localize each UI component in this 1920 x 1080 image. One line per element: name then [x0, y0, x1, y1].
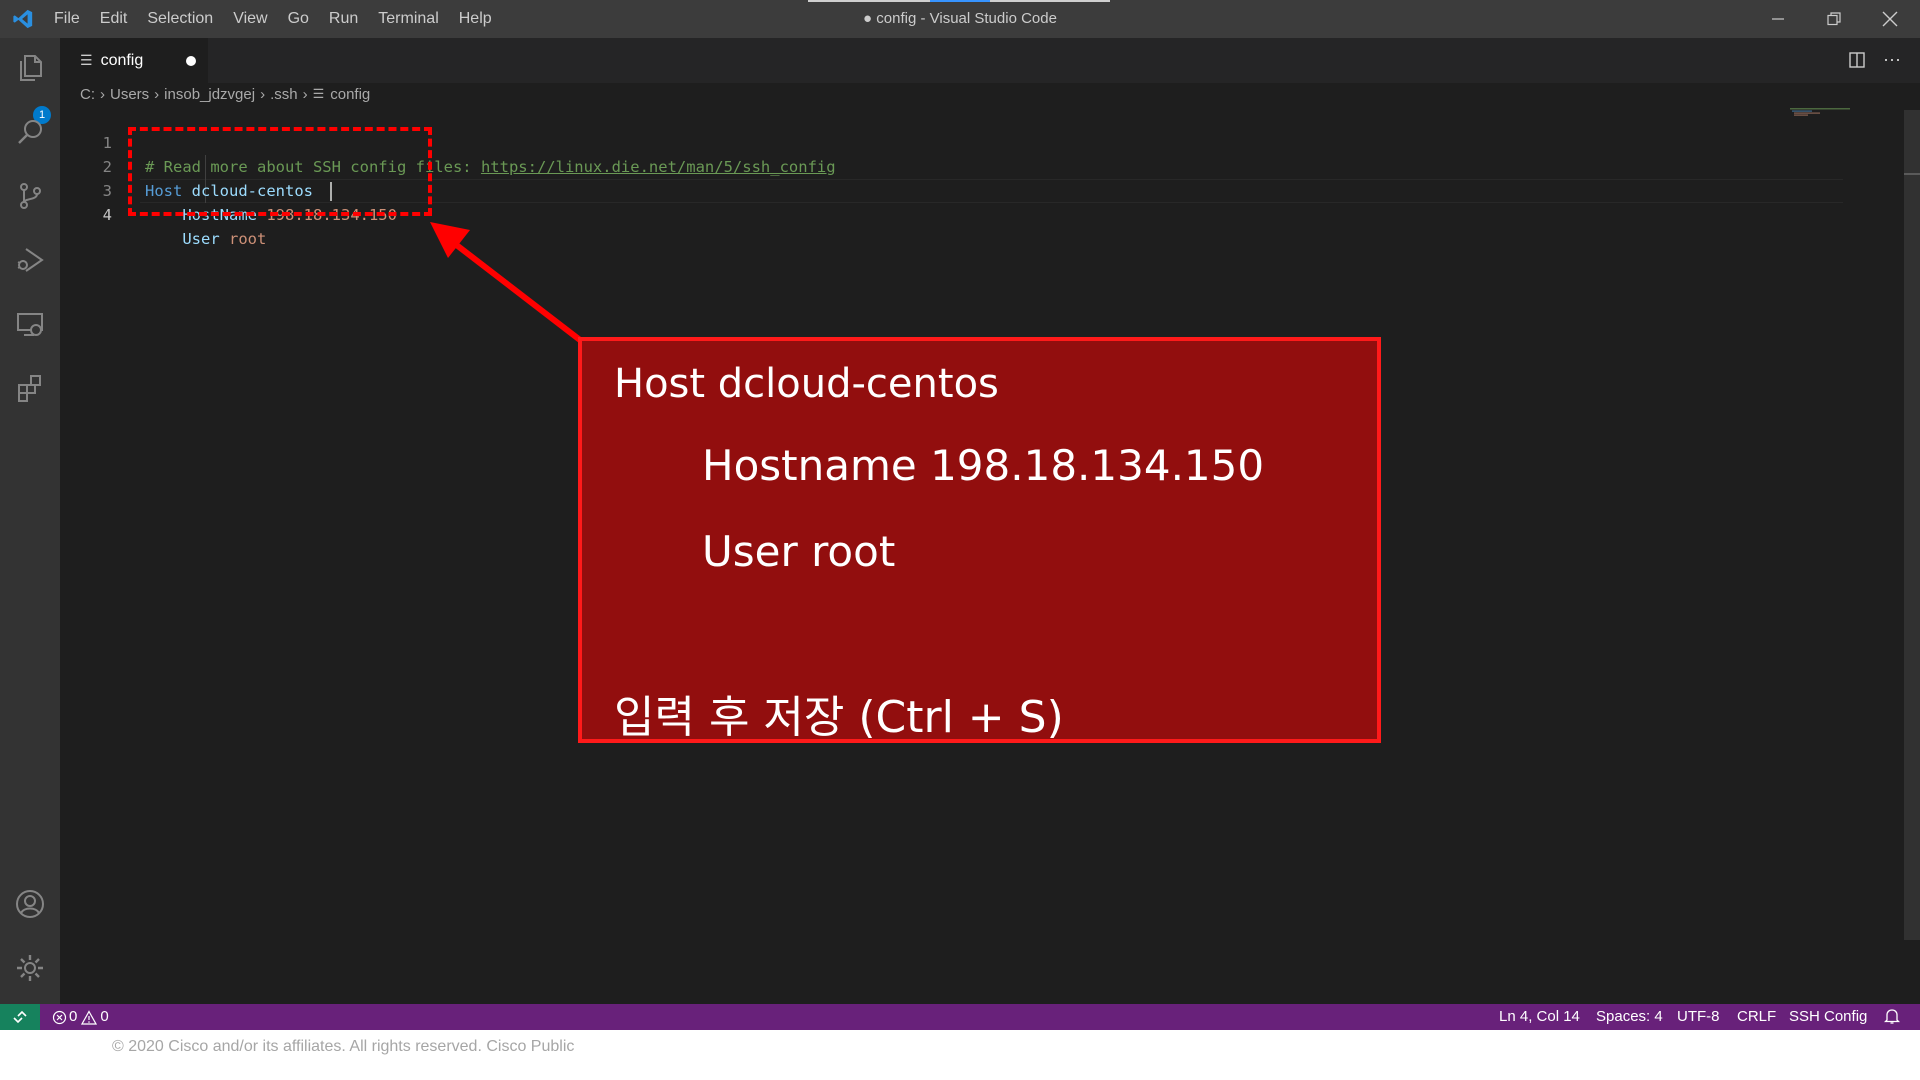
callout-host-line: Host dcloud-centos — [614, 361, 999, 407]
chevron-right-icon: › — [302, 85, 308, 103]
menu-selection[interactable]: Selection — [137, 0, 223, 38]
menu-terminal[interactable]: Terminal — [368, 0, 448, 38]
split-editor-icon — [1849, 52, 1865, 68]
title-bar: File Edit Selection View Go Run Terminal… — [0, 0, 1920, 38]
account-icon — [16, 890, 44, 918]
language-mode[interactable]: SSH Config — [1789, 1004, 1867, 1030]
gear-icon — [17, 955, 43, 981]
explorer-icon — [20, 55, 42, 81]
warning-count: 0 — [100, 1008, 109, 1025]
callout-shortcut-text: (Ctrl + S) — [844, 692, 1064, 743]
callout-korean-text: 입력 후 저장 — [614, 692, 845, 743]
ellipsis-icon: ⋯ — [1883, 50, 1901, 70]
indentation-setting[interactable]: Spaces: 4 — [1596, 1004, 1663, 1030]
close-icon — [1882, 11, 1898, 27]
breadcrumb-file[interactable]: config — [330, 86, 370, 103]
breadcrumb-ssh-folder[interactable]: .ssh — [270, 86, 298, 103]
cursor-position[interactable]: Ln 4, Col 14 — [1499, 1004, 1580, 1030]
menu-file[interactable]: File — [44, 0, 90, 38]
line-number: 4 — [102, 206, 112, 224]
menu-run[interactable]: Run — [319, 0, 368, 38]
extensions-icon — [18, 375, 41, 402]
search-icon — [18, 120, 42, 144]
menu-go[interactable]: Go — [278, 0, 319, 38]
breadcrumb-user-folder[interactable]: insob_jdzvgej — [164, 86, 255, 103]
title-accent-bar-active — [930, 0, 990, 2]
minimize-icon — [1772, 18, 1784, 20]
more-actions-button[interactable]: ⋯ — [1880, 48, 1904, 72]
chevron-right-icon: › — [260, 85, 266, 103]
run-debug-icon — [17, 248, 44, 272]
vscode-logo-icon — [13, 9, 33, 29]
callout-save-instruction: 입력 후 저장 (Ctrl + S) — [614, 681, 1064, 745]
source-control-button[interactable] — [0, 166, 60, 226]
callout-user-line: User root — [702, 527, 896, 576]
line-ending-setting[interactable]: CRLF — [1737, 1004, 1776, 1030]
keyword-user: User — [182, 230, 220, 248]
callout-hostname-line: Hostname 198.18.134.150 — [702, 441, 1265, 490]
breadcrumb-users[interactable]: Users — [110, 86, 149, 103]
bell-icon — [1883, 1009, 1901, 1024]
scrollbar-position-marker — [1904, 173, 1920, 175]
annotation-callout-box: Host dcloud-centos Hostname 198.18.134.1… — [578, 337, 1381, 743]
error-count: 0 — [69, 1008, 78, 1025]
menu-edit[interactable]: Edit — [90, 0, 138, 38]
file-lines-icon: ☰ — [312, 86, 325, 101]
breadcrumb: C: › Users › insob_jdzvgej › .ssh › ☰ co… — [80, 83, 370, 105]
line-content: User root — [145, 227, 266, 251]
breadcrumb-drive[interactable]: C: — [80, 86, 95, 103]
status-bar: 0 0 Ln 4, Col 14 Spaces: 4 UTF-8 CRLF SS… — [0, 1004, 1920, 1030]
account-button[interactable] — [0, 874, 60, 934]
minimap[interactable] — [1790, 108, 1870, 118]
remote-indicator-button[interactable] — [0, 1004, 40, 1030]
activity-bar: 1 — [0, 38, 60, 1004]
split-editor-button[interactable] — [1845, 48, 1869, 72]
remote-icon — [13, 1010, 27, 1024]
chevron-right-icon: › — [154, 85, 160, 103]
extensions-button[interactable] — [0, 358, 60, 418]
remote-explorer-button[interactable] — [0, 294, 60, 354]
highlight-dashed-box — [128, 127, 432, 216]
menu-view[interactable]: View — [223, 0, 277, 38]
minimize-button[interactable] — [1750, 0, 1806, 38]
unsaved-dot-icon[interactable] — [186, 56, 196, 66]
tab-bar: ☰ config ⋯ — [60, 38, 1920, 83]
file-lines-icon: ☰ — [80, 52, 93, 68]
chevron-right-icon: › — [100, 85, 105, 103]
vertical-scrollbar[interactable] — [1904, 110, 1920, 940]
search-button[interactable] — [0, 102, 60, 162]
encoding-setting[interactable]: UTF-8 — [1677, 1004, 1720, 1030]
menu-help[interactable]: Help — [449, 0, 502, 38]
tab-label: config — [100, 51, 144, 69]
close-window-button[interactable] — [1862, 0, 1918, 38]
explorer-button[interactable] — [0, 38, 60, 98]
menu-bar: File Edit Selection View Go Run Terminal… — [44, 0, 502, 38]
manage-button[interactable] — [0, 938, 60, 998]
restore-button[interactable] — [1806, 0, 1862, 38]
user-value: root — [229, 230, 267, 248]
restore-icon — [1827, 12, 1841, 26]
copyright-footer: © 2020 Cisco and/or its affiliates. All … — [112, 1038, 575, 1055]
error-icon — [52, 1010, 67, 1024]
vscode-window: File Edit Selection View Go Run Terminal… — [0, 0, 1920, 1030]
run-debug-button[interactable] — [0, 230, 60, 290]
remote-explorer-icon — [17, 313, 43, 336]
source-control-icon — [20, 183, 41, 209]
warning-icon — [81, 1009, 98, 1025]
problems-indicator[interactable]: 0 0 — [52, 1004, 109, 1030]
notifications-button[interactable] — [1883, 1008, 1901, 1034]
